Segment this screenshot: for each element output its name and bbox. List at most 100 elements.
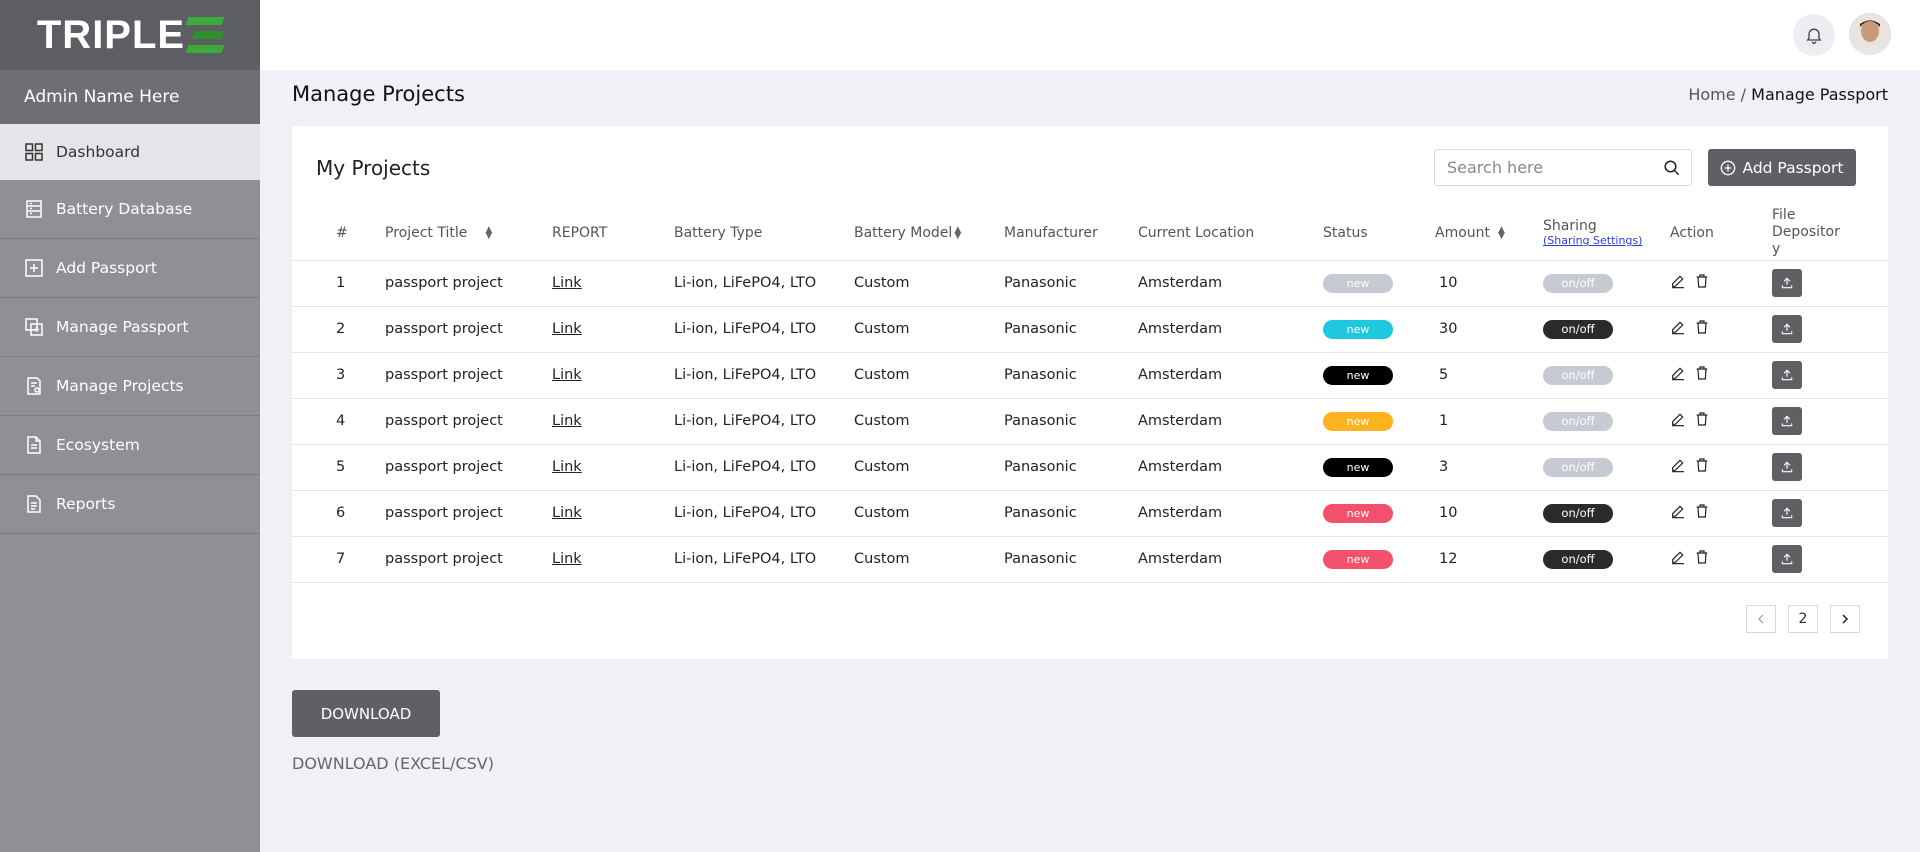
table-row: 6 passport project Link Li-ion, LiFePO4, LT… [292, 490, 1888, 537]
status-badge: new [1323, 503, 1393, 523]
cell-amount: 12 [1435, 536, 1543, 583]
page-title: Manage Projects [292, 82, 465, 106]
cell-battery-model: Custom [854, 352, 1004, 399]
page-number[interactable]: 2 [1788, 605, 1818, 633]
upload-button[interactable] [1772, 269, 1802, 297]
search-box [1434, 149, 1692, 186]
search-icon[interactable] [1663, 159, 1681, 177]
sharing-toggle[interactable]: on/off [1543, 457, 1613, 477]
sort-icon[interactable]: ▲ ▼ [1498, 225, 1505, 240]
cell-num: 1 [292, 260, 385, 307]
search-input[interactable] [1447, 158, 1647, 177]
cell-battery-model: Custom [854, 306, 1004, 353]
trash-icon[interactable] [1694, 273, 1710, 293]
user-avatar[interactable] [1849, 13, 1891, 55]
report-link[interactable]: Link [552, 505, 582, 521]
edit-icon[interactable] [1670, 365, 1686, 385]
trash-icon[interactable] [1694, 503, 1710, 523]
col-project-title[interactable]: Project Title ▲ ▼ [385, 206, 552, 261]
edit-icon[interactable] [1670, 549, 1686, 569]
trash-icon[interactable] [1694, 319, 1710, 339]
cell-project-title: passport project [385, 306, 552, 353]
col-manufacturer: Manufacturer [1004, 206, 1138, 261]
col-battery-model[interactable]: Battery Model ▲ ▼ [854, 206, 1004, 261]
project-doc-icon [24, 376, 44, 396]
sharing-toggle[interactable]: on/off [1543, 411, 1613, 431]
sharing-toggle[interactable]: on/off [1543, 319, 1613, 339]
row-actions [1670, 319, 1710, 339]
cell-location: Amsterdam [1138, 306, 1323, 353]
edit-icon[interactable] [1670, 457, 1686, 477]
trash-icon[interactable] [1694, 411, 1710, 431]
report-link[interactable]: Link [552, 413, 582, 429]
breadcrumb-separator: / [1740, 85, 1747, 104]
cell-location: Amsterdam [1138, 352, 1323, 399]
breadcrumb-home[interactable]: Home [1688, 85, 1735, 104]
cell-battery-model: Custom [854, 260, 1004, 307]
report-link[interactable]: Link [552, 321, 582, 337]
next-page-button[interactable] [1830, 605, 1860, 633]
cell-battery-type: Li-ion, LiFePO4, LTO [674, 306, 854, 353]
sidebar-item-manage-projects[interactable]: Manage Projects [0, 357, 260, 416]
cell-location: Amsterdam [1138, 444, 1323, 491]
sidebar-item-ecosystem[interactable]: Ecosystem [0, 416, 260, 475]
sort-icon[interactable]: ▲ ▼ [954, 225, 961, 240]
cell-manufacturer: Panasonic [1004, 444, 1138, 491]
upload-button[interactable] [1772, 499, 1802, 527]
sharing-toggle[interactable]: on/off [1543, 503, 1613, 523]
col-sharing-label: Sharing [1543, 218, 1597, 235]
row-actions [1670, 457, 1710, 477]
sharing-toggle[interactable]: on/off [1543, 365, 1613, 385]
sort-icon[interactable]: ▲ ▼ [485, 225, 492, 240]
upload-button[interactable] [1772, 453, 1802, 481]
cell-amount: 1 [1435, 398, 1543, 445]
sidebar-item-manage-passport[interactable]: Manage Passport [0, 298, 260, 357]
report-link[interactable]: Link [552, 459, 582, 475]
trash-icon[interactable] [1694, 457, 1710, 477]
prev-page-button[interactable] [1746, 605, 1776, 633]
sharing-settings-link[interactable]: (Sharing Settings) [1543, 234, 1670, 247]
report-link[interactable]: Link [552, 551, 582, 567]
status-badge: new [1323, 411, 1393, 431]
sidebar-item-battery-database[interactable]: Battery Database [0, 180, 260, 239]
logo-e-mark-icon [185, 17, 225, 53]
table-row: 2 passport project Link Li-ion, LiFePO4, LT… [292, 306, 1888, 353]
sidebar-item-reports[interactable]: Reports [0, 475, 260, 534]
projects-table: # Project Title ▲ ▼ REPORT Battery Type Ba… [292, 206, 1888, 583]
edit-icon[interactable] [1670, 503, 1686, 523]
table-row: 7 passport project Link Li-ion, LiFePO4, LT… [292, 536, 1888, 583]
cell-location: Amsterdam [1138, 260, 1323, 307]
cell-battery-type: Li-ion, LiFePO4, LTO [674, 352, 854, 399]
add-passport-label: Add Passport [1742, 158, 1844, 177]
cell-project-title: passport project [385, 398, 552, 445]
edit-icon[interactable] [1670, 319, 1686, 339]
grid-icon [24, 142, 44, 162]
edit-icon[interactable] [1670, 273, 1686, 293]
logo-bar: TRIPLE [0, 0, 260, 70]
upload-button[interactable] [1772, 361, 1802, 389]
sidebar-item-add-passport[interactable]: Add Passport [0, 239, 260, 298]
status-badge: new [1323, 319, 1393, 339]
report-link[interactable]: Link [552, 367, 582, 383]
projects-card: My Projects Add Passport # Project Title… [292, 126, 1888, 659]
upload-icon [1780, 460, 1794, 474]
trash-icon[interactable] [1694, 365, 1710, 385]
upload-button[interactable] [1772, 545, 1802, 573]
plus-circle-icon [1721, 160, 1736, 175]
notifications-button[interactable] [1793, 14, 1835, 56]
table-row: 4 passport project Link Li-ion, LiFePO4, LT… [292, 398, 1888, 445]
upload-button[interactable] [1772, 315, 1802, 343]
upload-button[interactable] [1772, 407, 1802, 435]
sharing-toggle[interactable]: on/off [1543, 273, 1613, 293]
brand-logo[interactable]: TRIPLE [37, 13, 225, 58]
upload-icon [1780, 276, 1794, 290]
trash-icon[interactable] [1694, 549, 1710, 569]
sidebar-item-label: Dashboard [56, 143, 141, 161]
add-passport-button[interactable]: Add Passport [1708, 149, 1856, 186]
download-button[interactable]: DOWNLOAD [292, 690, 440, 737]
sharing-toggle[interactable]: on/off [1543, 549, 1613, 569]
col-amount[interactable]: Amount ▲ ▼ [1435, 206, 1543, 261]
report-link[interactable]: Link [552, 275, 582, 291]
sidebar-item-dashboard[interactable]: Dashboard [0, 124, 260, 180]
edit-icon[interactable] [1670, 411, 1686, 431]
